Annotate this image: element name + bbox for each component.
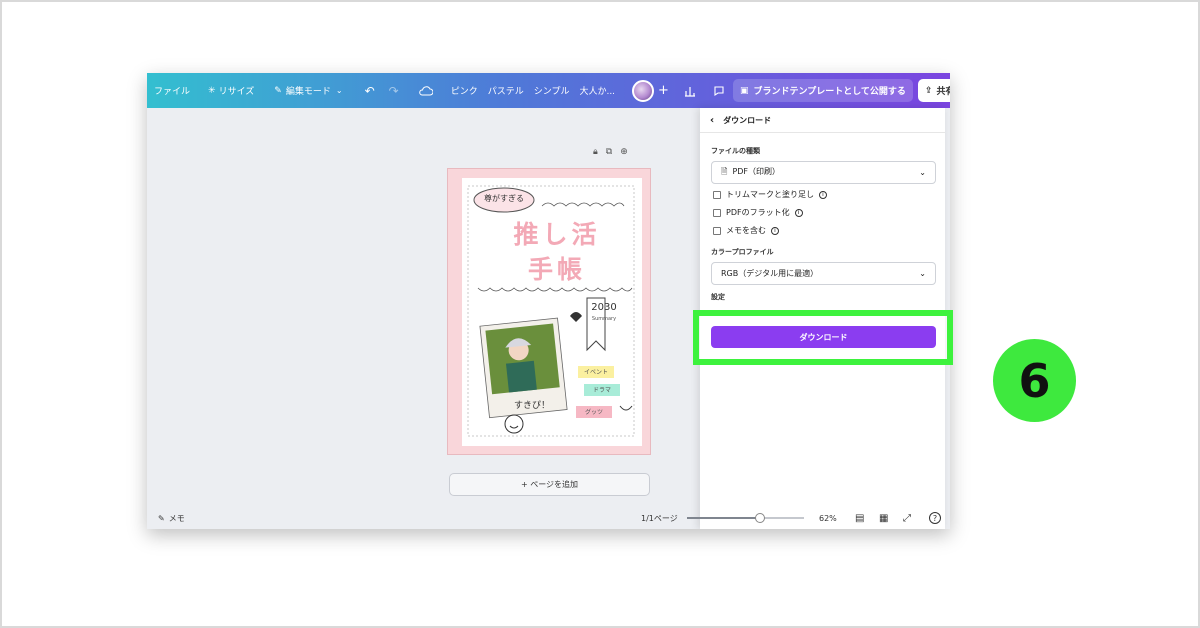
file-type-label: ファイルの種類 — [711, 147, 760, 155]
comment-icon[interactable] — [713, 73, 725, 108]
zoom-slider-fill — [687, 517, 760, 519]
option-include-notes[interactable]: メモを含む i — [713, 225, 779, 236]
tag-drama: ドラマ — [592, 387, 611, 394]
tag-event: イベント — [583, 369, 608, 376]
color-profile-label: カラープロファイル — [711, 248, 774, 256]
info-icon[interactable]: i — [819, 190, 827, 199]
chevron-down-icon: ⌄ — [919, 269, 926, 278]
file-menu[interactable]: ファイル — [147, 73, 190, 108]
canva-editor-window: ファイル ✳ リサイズ ✎ 編集モード ⌄ ↶ ↷ ピンク パステル シンプル 大… — [147, 73, 950, 529]
cloud-sync-icon[interactable] — [418, 73, 433, 108]
add-page-icon[interactable]: ⊕ — [620, 147, 628, 157]
memo-button[interactable]: ✎ メモ — [158, 513, 185, 524]
avatar — [632, 79, 655, 102]
duplicate-icon[interactable]: ⧉ — [606, 147, 612, 157]
color-profile-select[interactable]: RGB（デジタル用に最適） ⌄ — [711, 262, 936, 285]
page-indicator[interactable]: 1/1ページ — [641, 513, 678, 524]
info-icon[interactable]: i — [771, 226, 779, 235]
checkbox[interactable] — [713, 190, 721, 199]
option-flatten-pdf[interactable]: PDFのフラット化 i — [713, 207, 803, 218]
memo-icon: ✎ — [158, 513, 165, 523]
step-number-badge: 6 — [993, 339, 1076, 422]
tag-goods: グッツ — [584, 409, 603, 416]
chevron-down-icon: ⌄ — [919, 168, 926, 177]
insights-chart-icon[interactable] — [684, 73, 696, 108]
chevron-down-icon: ⌄ — [335, 86, 343, 95]
share-button[interactable]: ⇪ 共有 — [913, 73, 950, 108]
year-text: 2030 — [591, 302, 617, 313]
option-trim-marks[interactable]: トリムマークと塗り足し i — [713, 189, 827, 200]
design-inner-card: 尊がすぎる 推し活 手帳 2030 Summary すきぴ！ イベント ドラマ … — [462, 178, 642, 446]
zoom-level[interactable]: 62% — [819, 514, 837, 523]
tag-pink[interactable]: ピンク — [451, 73, 478, 108]
share-upload-icon: ⇪ — [924, 85, 933, 96]
top-toolbar: ファイル ✳ リサイズ ✎ 編集モード ⌄ ↶ ↷ ピンク パステル シンプル 大… — [147, 73, 950, 108]
resize-button[interactable]: ✳ リサイズ — [208, 73, 254, 108]
tag-adult[interactable]: 大人か... — [579, 73, 615, 108]
download-button[interactable]: ダウンロード — [711, 326, 936, 348]
sparkle-icon: ✳ — [208, 85, 216, 96]
collaborator-avatar[interactable] — [632, 73, 655, 108]
fullscreen-icon[interactable]: ⤢ — [903, 513, 911, 524]
lock-icon[interactable]: 🔒︎ — [593, 147, 598, 157]
edit-mode-dropdown[interactable]: ✎ 編集モード ⌄ — [274, 73, 342, 108]
badge-text: 尊がすぎる — [484, 194, 524, 203]
design-page[interactable]: 尊がすぎる 推し活 手帳 2030 Summary すきぴ！ イベント ドラマ … — [447, 168, 651, 455]
template-icon: ▣ — [739, 85, 749, 96]
undo-icon[interactable]: ↶ — [365, 73, 375, 108]
pencil-icon: ✎ — [274, 85, 282, 96]
tag-simple[interactable]: シンプル — [534, 73, 570, 108]
help-icon[interactable]: ? — [929, 512, 941, 524]
checkbox[interactable] — [713, 226, 721, 235]
settings-label: 設定 — [711, 293, 725, 301]
panel-header: ‹ ダウンロード — [700, 108, 945, 133]
title-line-2: 手帳 — [527, 255, 586, 284]
redo-icon[interactable]: ↷ — [389, 73, 399, 108]
file-type-select[interactable]: 🗎 PDF（印刷） ⌄ — [711, 161, 936, 184]
invite-plus-icon[interactable]: + — [658, 73, 669, 108]
page-tools: 🔒︎ ⧉ ⊕ — [593, 147, 628, 157]
panel-title: ダウンロード — [723, 115, 772, 125]
add-page-button[interactable]: + ページを追加 — [449, 473, 650, 496]
tag-pastel[interactable]: パステル — [488, 73, 524, 108]
photo-caption: すきぴ！ — [513, 401, 550, 411]
brand-template-button[interactable]: ▣ ブランドテンプレートとして公開する — [732, 73, 913, 108]
zoom-slider[interactable] — [687, 513, 804, 523]
back-chevron-icon[interactable]: ‹ — [710, 115, 714, 126]
bottom-bar: ✎ メモ 1/1ページ 62% ▤ ▦ ⤢ ? — [147, 507, 950, 529]
info-icon[interactable]: i — [794, 208, 803, 217]
page-view-icon[interactable]: ▤ — [855, 513, 864, 524]
zoom-slider-handle[interactable] — [755, 513, 765, 523]
year-subtext: Summary — [591, 316, 617, 322]
title-line-1: 推し活 — [513, 220, 601, 249]
checkbox[interactable] — [713, 208, 721, 217]
document-icon: 🗎 — [721, 166, 728, 176]
grid-view-icon[interactable]: ▦ — [879, 513, 888, 524]
